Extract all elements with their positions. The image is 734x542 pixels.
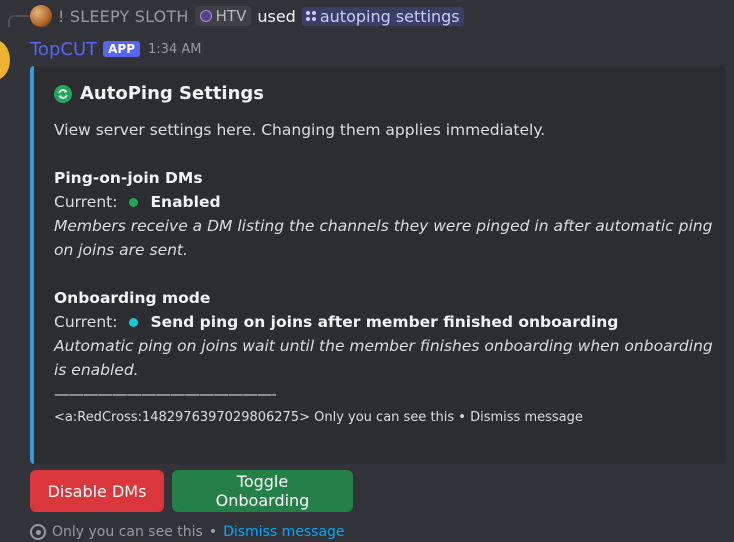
- server-tag-label: HTV: [215, 7, 247, 25]
- used-text: used: [257, 6, 296, 26]
- embed-body: View server settings here. Changing them…: [54, 118, 714, 430]
- green-circle-icon: [129, 197, 139, 207]
- command-icon: [305, 11, 316, 21]
- tag-icon: [199, 10, 212, 22]
- command-name: autoping settings: [319, 6, 460, 26]
- dismiss-message-link[interactable]: Dismiss message: [223, 524, 344, 540]
- message-timestamp[interactable]: 1:34 AM: [148, 42, 201, 57]
- field-status-dms: Current: Enabled: [54, 190, 714, 214]
- author-name[interactable]: TopCUT: [30, 39, 97, 60]
- embed-card: AutoPing Settings View server settings h…: [30, 66, 726, 464]
- embed-description: View server settings here. Changing them…: [54, 121, 546, 139]
- reply-connector: [8, 15, 30, 27]
- blue-circle-icon: [129, 317, 139, 327]
- disable-dms-button[interactable]: Disable DMs: [30, 470, 164, 512]
- app-badge: APP: [103, 41, 141, 57]
- replied-user-avatar[interactable]: [30, 5, 52, 27]
- divider-line: ————————————————————: [54, 385, 276, 403]
- eye-icon: [30, 524, 46, 540]
- current-label: Current:: [54, 193, 118, 211]
- field-name-dms: Ping-on-join DMs: [54, 169, 203, 187]
- ephemeral-notice: Only you can see this • Dismiss message: [30, 524, 345, 540]
- status-value-dms: Enabled: [150, 193, 221, 211]
- refresh-icon: [54, 84, 72, 103]
- ephemeral-text: Only you can see this: [52, 524, 203, 540]
- embed-title-text: AutoPing Settings: [80, 83, 265, 104]
- reply-context: ! SLEEPY SLOTH HTV used autoping setting…: [30, 4, 464, 28]
- embed-title: AutoPing Settings: [54, 83, 264, 104]
- field-description-onboarding: Automatic ping on joins wait until the m…: [54, 337, 713, 379]
- author-avatar[interactable]: [0, 40, 10, 80]
- message-header: TopCUT APP 1:34 AM: [30, 37, 201, 61]
- field-name-onboarding: Onboarding mode: [54, 289, 211, 307]
- current-label: Current:: [54, 313, 118, 331]
- action-row: Disable DMs Toggle Onboarding: [30, 470, 353, 512]
- status-value-onboarding: Send ping on joins after member finished…: [150, 313, 619, 331]
- ephemeral-separator: •: [208, 524, 218, 540]
- field-status-onboarding: Current: Send ping on joins after member…: [54, 310, 714, 334]
- server-tag[interactable]: HTV: [194, 6, 252, 26]
- embed-footer-text: <a:RedCross:1482976397029806275> Only yo…: [54, 410, 583, 425]
- toggle-onboarding-button[interactable]: Toggle Onboarding: [172, 470, 353, 512]
- replied-username[interactable]: ! SLEEPY SLOTH: [58, 7, 189, 26]
- slash-command-mention[interactable]: autoping settings: [301, 6, 464, 26]
- field-description-dms: Members receive a DM listing the channel…: [54, 217, 713, 259]
